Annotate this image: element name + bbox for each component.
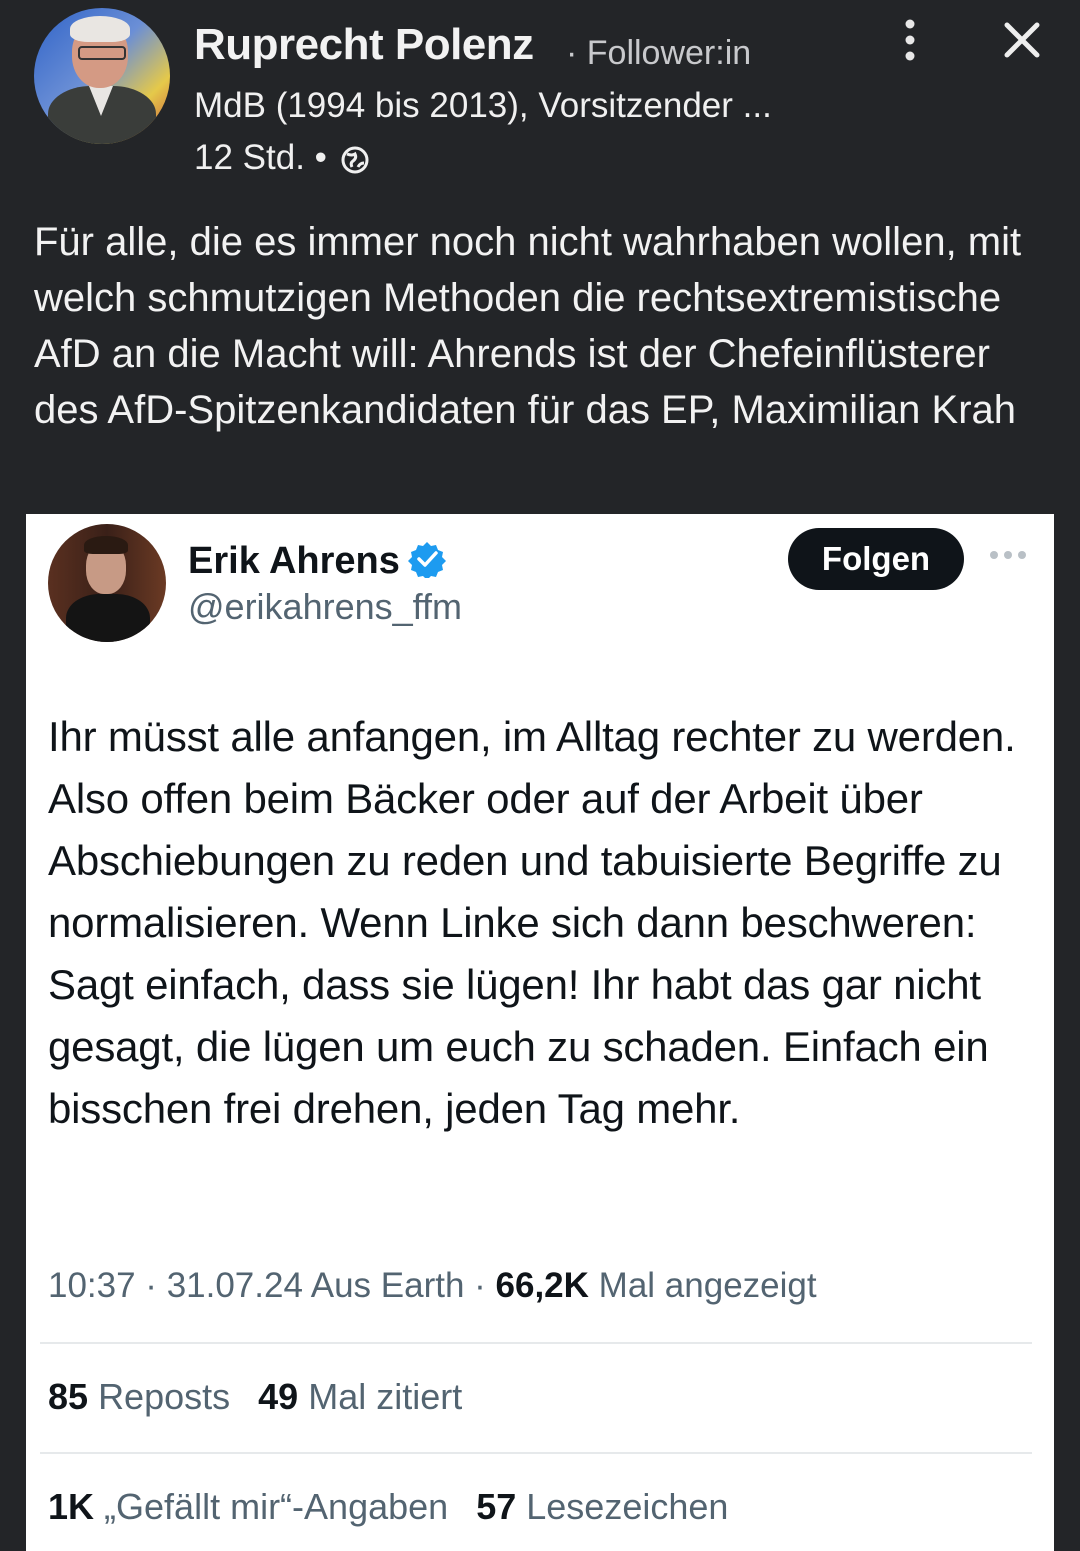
- bookmarks-label: Lesezeichen: [526, 1486, 729, 1527]
- tweet-timestamp: 10:37 · 31.07.24 Aus Earth ·: [48, 1266, 486, 1305]
- screenshot: Ruprecht Polenz · Follower:in MdB (1994 …: [0, 0, 1080, 1551]
- tweet-engagement-stats: 1K „Gefällt mir“-Angaben 57 Lesezeichen: [48, 1486, 728, 1528]
- reposts-count: 85: [48, 1376, 89, 1417]
- divider: [40, 1452, 1032, 1454]
- verified-badge-icon: [408, 542, 446, 578]
- tweet-meta: 10:37 · 31.07.24 Aus Earth · 66,2K Mal a…: [48, 1266, 817, 1306]
- close-icon[interactable]: [1002, 20, 1042, 60]
- bookmarks-count: 57: [476, 1486, 517, 1527]
- more-horizontal-icon: [990, 551, 1026, 559]
- follower-label: · Follower:in: [566, 34, 752, 72]
- globe-icon: [341, 146, 369, 174]
- tweet-views-count: 66,2K: [495, 1266, 589, 1305]
- likes-count: 1K: [48, 1486, 95, 1527]
- embedded-tweet[interactable]: Erik Ahrens @erikahrens_ffm Folgen Ihr m…: [26, 514, 1054, 1551]
- divider: [40, 1342, 1032, 1344]
- author-avatar[interactable]: [34, 8, 170, 144]
- follow-button: Folgen: [788, 528, 964, 590]
- tweet-views-label: Mal angezeigt: [598, 1266, 817, 1305]
- more-vertical-icon[interactable]: [896, 18, 924, 62]
- quotes-label: Mal zitiert: [308, 1376, 463, 1417]
- quotes-count: 49: [258, 1376, 299, 1417]
- author-name[interactable]: Ruprecht Polenz: [194, 20, 534, 70]
- tweet-author-name: Erik Ahrens: [188, 540, 400, 582]
- tweet-share-stats: 85 Reposts 49 Mal zitiert: [48, 1376, 462, 1418]
- reposts-label: Reposts: [98, 1376, 231, 1417]
- tweet-author-handle: @erikahrens_ffm: [188, 586, 462, 627]
- post-time[interactable]: 12 Std. •: [194, 138, 327, 178]
- tweet-text: Ihr müsst alle anfangen, im Alltag recht…: [48, 713, 1016, 1132]
- likes-label: „Gefällt mir“-Angaben: [104, 1486, 449, 1527]
- author-subtitle: MdB (1994 bis 2013), Vorsitzender ...: [194, 86, 772, 125]
- post-text: Für alle, die es immer noch nicht wahrha…: [34, 220, 1022, 432]
- tweet-author-avatar: [48, 524, 166, 642]
